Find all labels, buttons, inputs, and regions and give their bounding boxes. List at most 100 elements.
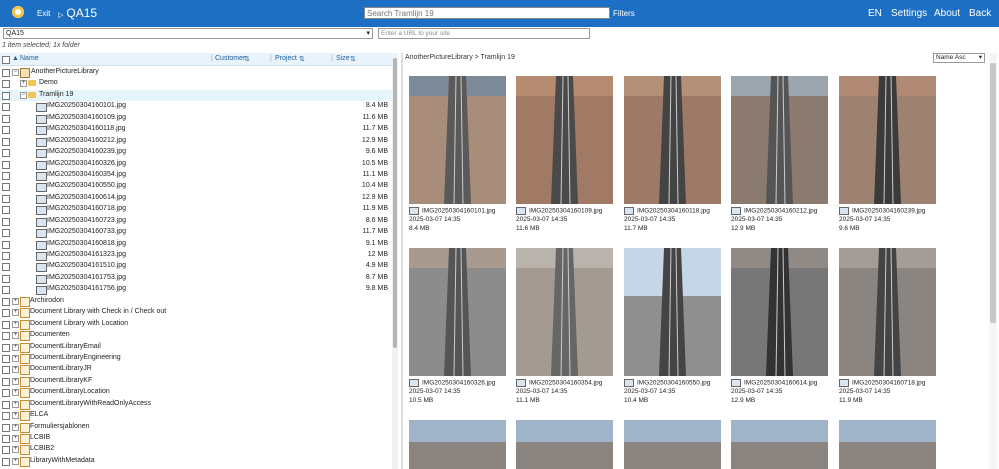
tree-file-row[interactable]: IMG20250304160818.jpg 9.1 MB [0, 239, 392, 250]
tree-scrollbar[interactable] [392, 53, 398, 469]
expand-icon[interactable]: + [12, 446, 19, 454]
tree-file-row[interactable]: IMG20250304160550.jpg 10.4 MB [0, 181, 392, 193]
site-url-input[interactable]: Enter a URL to your site [378, 28, 590, 39]
photo-thumbnail[interactable] [516, 248, 613, 376]
expand-icon[interactable]: + [12, 343, 19, 351]
expand-icon[interactable]: + [12, 320, 19, 328]
tree-file-row[interactable]: IMG20250304161510.jpg 4.9 MB [0, 261, 392, 273]
tree-file-row[interactable]: IMG20250304161323.jpg 12 MB [0, 250, 392, 261]
tree-scrollbar-thumb[interactable] [393, 58, 397, 348]
collapse-icon[interactable]: − [12, 69, 19, 76]
tree-file-row[interactable]: IMG20250304160239.jpg 9.6 MB [0, 147, 392, 159]
row-checkbox[interactable] [2, 343, 10, 352]
tree-file-row[interactable]: IMG20250304161756.jpg 9.8 MB [0, 284, 392, 296]
back-button[interactable]: Back [969, 8, 991, 19]
tree-library-row[interactable]: + DocumentLibraryEmail [0, 342, 392, 353]
filters-button[interactable]: Filters [613, 9, 635, 18]
expand-icon[interactable]: + [12, 412, 19, 420]
column-name[interactable]: Name [20, 55, 39, 62]
row-checkbox[interactable] [2, 137, 10, 146]
tree-library-row[interactable]: + DocumentLibraryWithReadOnlyAccess [0, 399, 392, 410]
row-checkbox[interactable] [2, 446, 10, 455]
gallery-scrollbar[interactable] [989, 53, 997, 469]
column-customer[interactable]: Customer [215, 55, 245, 62]
tree-file-row[interactable]: IMG20250304160109.jpg 11.6 MB [0, 113, 392, 124]
photo-thumbnail[interactable] [839, 248, 936, 376]
photo-thumbnail[interactable] [516, 76, 613, 204]
photo-thumbnail[interactable] [516, 420, 613, 469]
row-checkbox[interactable] [2, 457, 10, 466]
photo-thumbnail[interactable] [409, 420, 506, 469]
tree-file-row[interactable]: IMG20250304160718.jpg 11.9 MB [0, 204, 392, 216]
expand-icon[interactable]: + [12, 332, 19, 340]
tree-library-row[interactable]: + DocumentLibraryJR [0, 364, 392, 376]
row-checkbox[interactable] [2, 400, 10, 409]
row-checkbox[interactable] [2, 149, 10, 158]
tree-library-row[interactable]: + Formuliersjablonen [0, 422, 392, 433]
row-checkbox[interactable] [2, 103, 10, 112]
expand-icon[interactable]: + [12, 423, 19, 431]
tree-library-row[interactable]: + Documenten [0, 330, 392, 342]
tree-library-row[interactable]: + Document Library with Check in / Check … [0, 307, 392, 319]
tree-library-row[interactable]: + Archirodon [0, 296, 392, 307]
row-checkbox[interactable] [2, 171, 10, 180]
photo-thumbnail[interactable] [839, 76, 936, 204]
expand-icon[interactable]: + [12, 377, 19, 385]
tree-library-row[interactable]: + LibraryWithMetadata [0, 456, 392, 467]
expand-icon[interactable]: + [12, 389, 19, 397]
row-checkbox[interactable] [2, 274, 10, 283]
expand-icon[interactable]: + [12, 366, 19, 374]
row-checkbox[interactable] [2, 366, 10, 375]
expand-icon[interactable]: + [12, 297, 19, 305]
site-select[interactable]: QA15 ▾ [3, 28, 373, 39]
tree-item-demo[interactable]: + Demo [0, 78, 392, 89]
row-checkbox[interactable] [2, 160, 10, 169]
photo-thumbnail[interactable] [731, 248, 828, 376]
select-all-checkbox[interactable] [2, 56, 10, 64]
photo-thumbnail[interactable] [839, 420, 936, 469]
row-checkbox[interactable] [2, 194, 10, 203]
row-checkbox[interactable] [2, 389, 10, 398]
tree-file-row[interactable]: IMG20250304161753.jpg 8.7 MB [0, 273, 392, 284]
expand-icon[interactable]: + [12, 400, 19, 408]
row-checkbox[interactable] [2, 217, 10, 226]
tree-library-row[interactable]: + DocumentLibraryEngineering [0, 353, 392, 364]
row-checkbox[interactable] [2, 297, 10, 306]
column-project[interactable]: Project [275, 55, 297, 62]
gallery-scrollbar-thumb[interactable] [990, 63, 996, 323]
row-checkbox[interactable] [2, 263, 10, 272]
expand-icon[interactable]: + [12, 309, 19, 317]
tree-file-row[interactable]: IMG20250304160101.jpg 8.4 MB [0, 101, 392, 113]
expand-icon[interactable]: + [12, 354, 19, 362]
collapse-icon[interactable]: − [20, 91, 27, 99]
row-checkbox[interactable] [2, 240, 10, 249]
breadcrumb[interactable]: AnotherPictureLibrary > Tramlijn 19 [405, 54, 515, 61]
row-checkbox[interactable] [2, 229, 10, 238]
tree-item-tramlijn-19[interactable]: − Tramlijn 19 [0, 89, 392, 102]
row-checkbox[interactable] [2, 114, 10, 123]
photo-thumbnail[interactable] [731, 420, 828, 469]
tree-file-row[interactable]: IMG20250304160354.jpg 11.1 MB [0, 170, 392, 181]
row-checkbox[interactable] [2, 286, 10, 295]
photo-thumbnail[interactable] [731, 76, 828, 204]
photo-thumbnail[interactable] [624, 248, 721, 376]
about-button[interactable]: About [934, 8, 960, 19]
tree-library-row[interactable]: + DocumentLibraryKF [0, 376, 392, 387]
tree-file-row[interactable]: IMG20250304160118.jpg 11.7 MB [0, 124, 392, 136]
row-checkbox[interactable] [2, 377, 10, 386]
row-checkbox[interactable] [2, 126, 10, 135]
tree-file-row[interactable]: IMG20250304160723.jpg 8.6 MB [0, 216, 392, 227]
tree-library-row[interactable]: + LCBIB2 [0, 444, 392, 456]
search-input[interactable] [364, 7, 610, 19]
expand-icon[interactable]: + [12, 435, 19, 442]
settings-button[interactable]: Settings [891, 8, 927, 19]
row-checkbox[interactable] [2, 91, 10, 100]
row-checkbox[interactable] [2, 332, 10, 341]
photo-thumbnail[interactable] [624, 76, 721, 204]
tree-library-row[interactable]: + Document Library with Location [0, 319, 392, 330]
row-checkbox[interactable] [2, 309, 10, 318]
row-checkbox[interactable] [2, 206, 10, 215]
tree-library-row[interactable]: + DocumentLibraryLocation [0, 387, 392, 399]
tree-library-row[interactable]: + ELCA [0, 410, 392, 422]
photo-thumbnail[interactable] [624, 420, 721, 469]
